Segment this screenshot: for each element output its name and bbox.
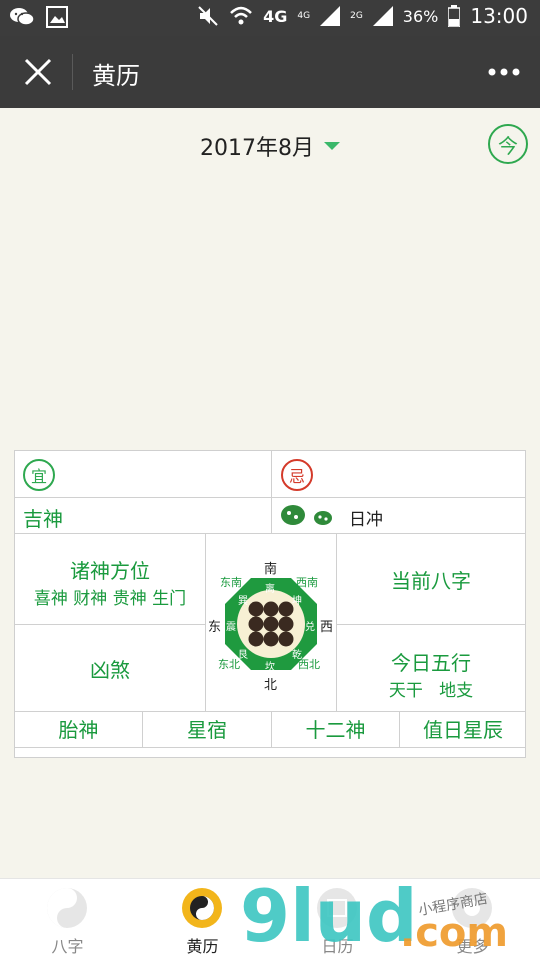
app-bar: 黄历	[0, 36, 540, 108]
bazi-icon	[47, 888, 87, 928]
zhushen-sub: 喜神 财神 贵神 生门	[33, 589, 187, 609]
wuxing-label: 今日五行	[391, 651, 471, 675]
yi-badge: 宜	[23, 459, 55, 491]
month-label: 2017年8月	[200, 136, 314, 161]
yinyang-icon	[182, 888, 222, 928]
wechat-icon	[10, 8, 34, 26]
col-divider	[271, 451, 272, 533]
clock: 13:00	[470, 4, 528, 28]
xingxiu-label[interactable]: 星宿	[143, 714, 271, 743]
zhushen-label: 诸神方位	[70, 559, 150, 583]
trigram-label: 坤	[292, 596, 302, 607]
direction-southwest: 西南	[296, 576, 318, 589]
almanac-table: 宜 忌 吉神 日冲 诸神方位 喜神 财神 贵神 生门 凶煞 当前八字 今日五行 …	[14, 450, 526, 758]
row-divider	[15, 624, 205, 625]
network-label: 4G	[263, 6, 288, 26]
signal-icon	[320, 6, 341, 26]
trigram-label: 离	[265, 584, 275, 595]
gallery-icon	[46, 6, 68, 28]
tab-bazi[interactable]: 八字	[0, 879, 135, 961]
direction-west: 西	[320, 620, 334, 635]
month-picker[interactable]: 2017年8月	[200, 128, 340, 164]
today-button[interactable]: 今	[488, 124, 528, 164]
trigram-label: 震	[226, 622, 236, 633]
tab-bazi-label: 八字	[51, 937, 84, 956]
battery-percent: 36%	[402, 6, 439, 26]
zodiac-animals-icon	[281, 505, 332, 525]
close-icon[interactable]	[20, 54, 56, 90]
direction-northeast: 东北	[218, 658, 240, 671]
richong-label: 日冲	[349, 510, 383, 530]
jishen-label: 吉神	[23, 507, 63, 531]
row-divider	[336, 624, 526, 625]
wuxing-cell: 今日五行 天干 地支	[336, 647, 526, 701]
row-divider	[15, 747, 525, 748]
trigram-label: 乾	[292, 650, 302, 661]
caret-down-icon	[324, 142, 340, 150]
sim1-label: 4G	[297, 11, 311, 21]
taishen-label[interactable]: 胎神	[15, 714, 142, 743]
bazi-label: 当前八字	[391, 569, 471, 593]
direction-east: 东	[208, 620, 222, 635]
xiongsha-label: 凶煞	[90, 658, 130, 682]
trigram-label: 坎	[265, 662, 275, 673]
watermark-logo: 9lud	[240, 874, 418, 958]
wifi-icon	[230, 6, 253, 25]
zhushen-cell[interactable]: 诸神方位 喜神 财神 贵神 生门	[15, 555, 205, 609]
status-bar: 4G 4G 2G 36% 13:00	[0, 0, 540, 36]
page-title: 黄历	[92, 62, 140, 90]
mute-icon	[198, 6, 218, 26]
direction-north: 北	[264, 678, 278, 693]
bagua-compass: 南 北 东 西 东南 西南 东北 西北 离 坤 兑 乾 坎 艮 震 巽	[206, 534, 336, 711]
trigram-label: 兑	[305, 622, 315, 633]
sim2-label: 2G	[350, 11, 363, 21]
row-divider	[15, 711, 525, 712]
direction-southeast: 东南	[220, 576, 242, 589]
watermark-domain: .com	[400, 910, 509, 956]
ji-badge: 忌	[281, 459, 313, 491]
trigram-label: 艮	[238, 650, 248, 661]
shiershen-label[interactable]: 十二神	[272, 714, 399, 743]
more-options-icon[interactable]	[486, 58, 522, 86]
row-divider	[15, 497, 525, 498]
direction-south: 南	[264, 562, 278, 577]
signal-icon	[372, 6, 393, 26]
wuxing-sub: 天干 地支	[388, 681, 474, 701]
battery-icon	[448, 5, 461, 27]
zhirixingchen-label[interactable]: 值日星辰	[400, 714, 526, 743]
trigram-label: 巽	[238, 596, 248, 607]
divider	[72, 54, 73, 90]
